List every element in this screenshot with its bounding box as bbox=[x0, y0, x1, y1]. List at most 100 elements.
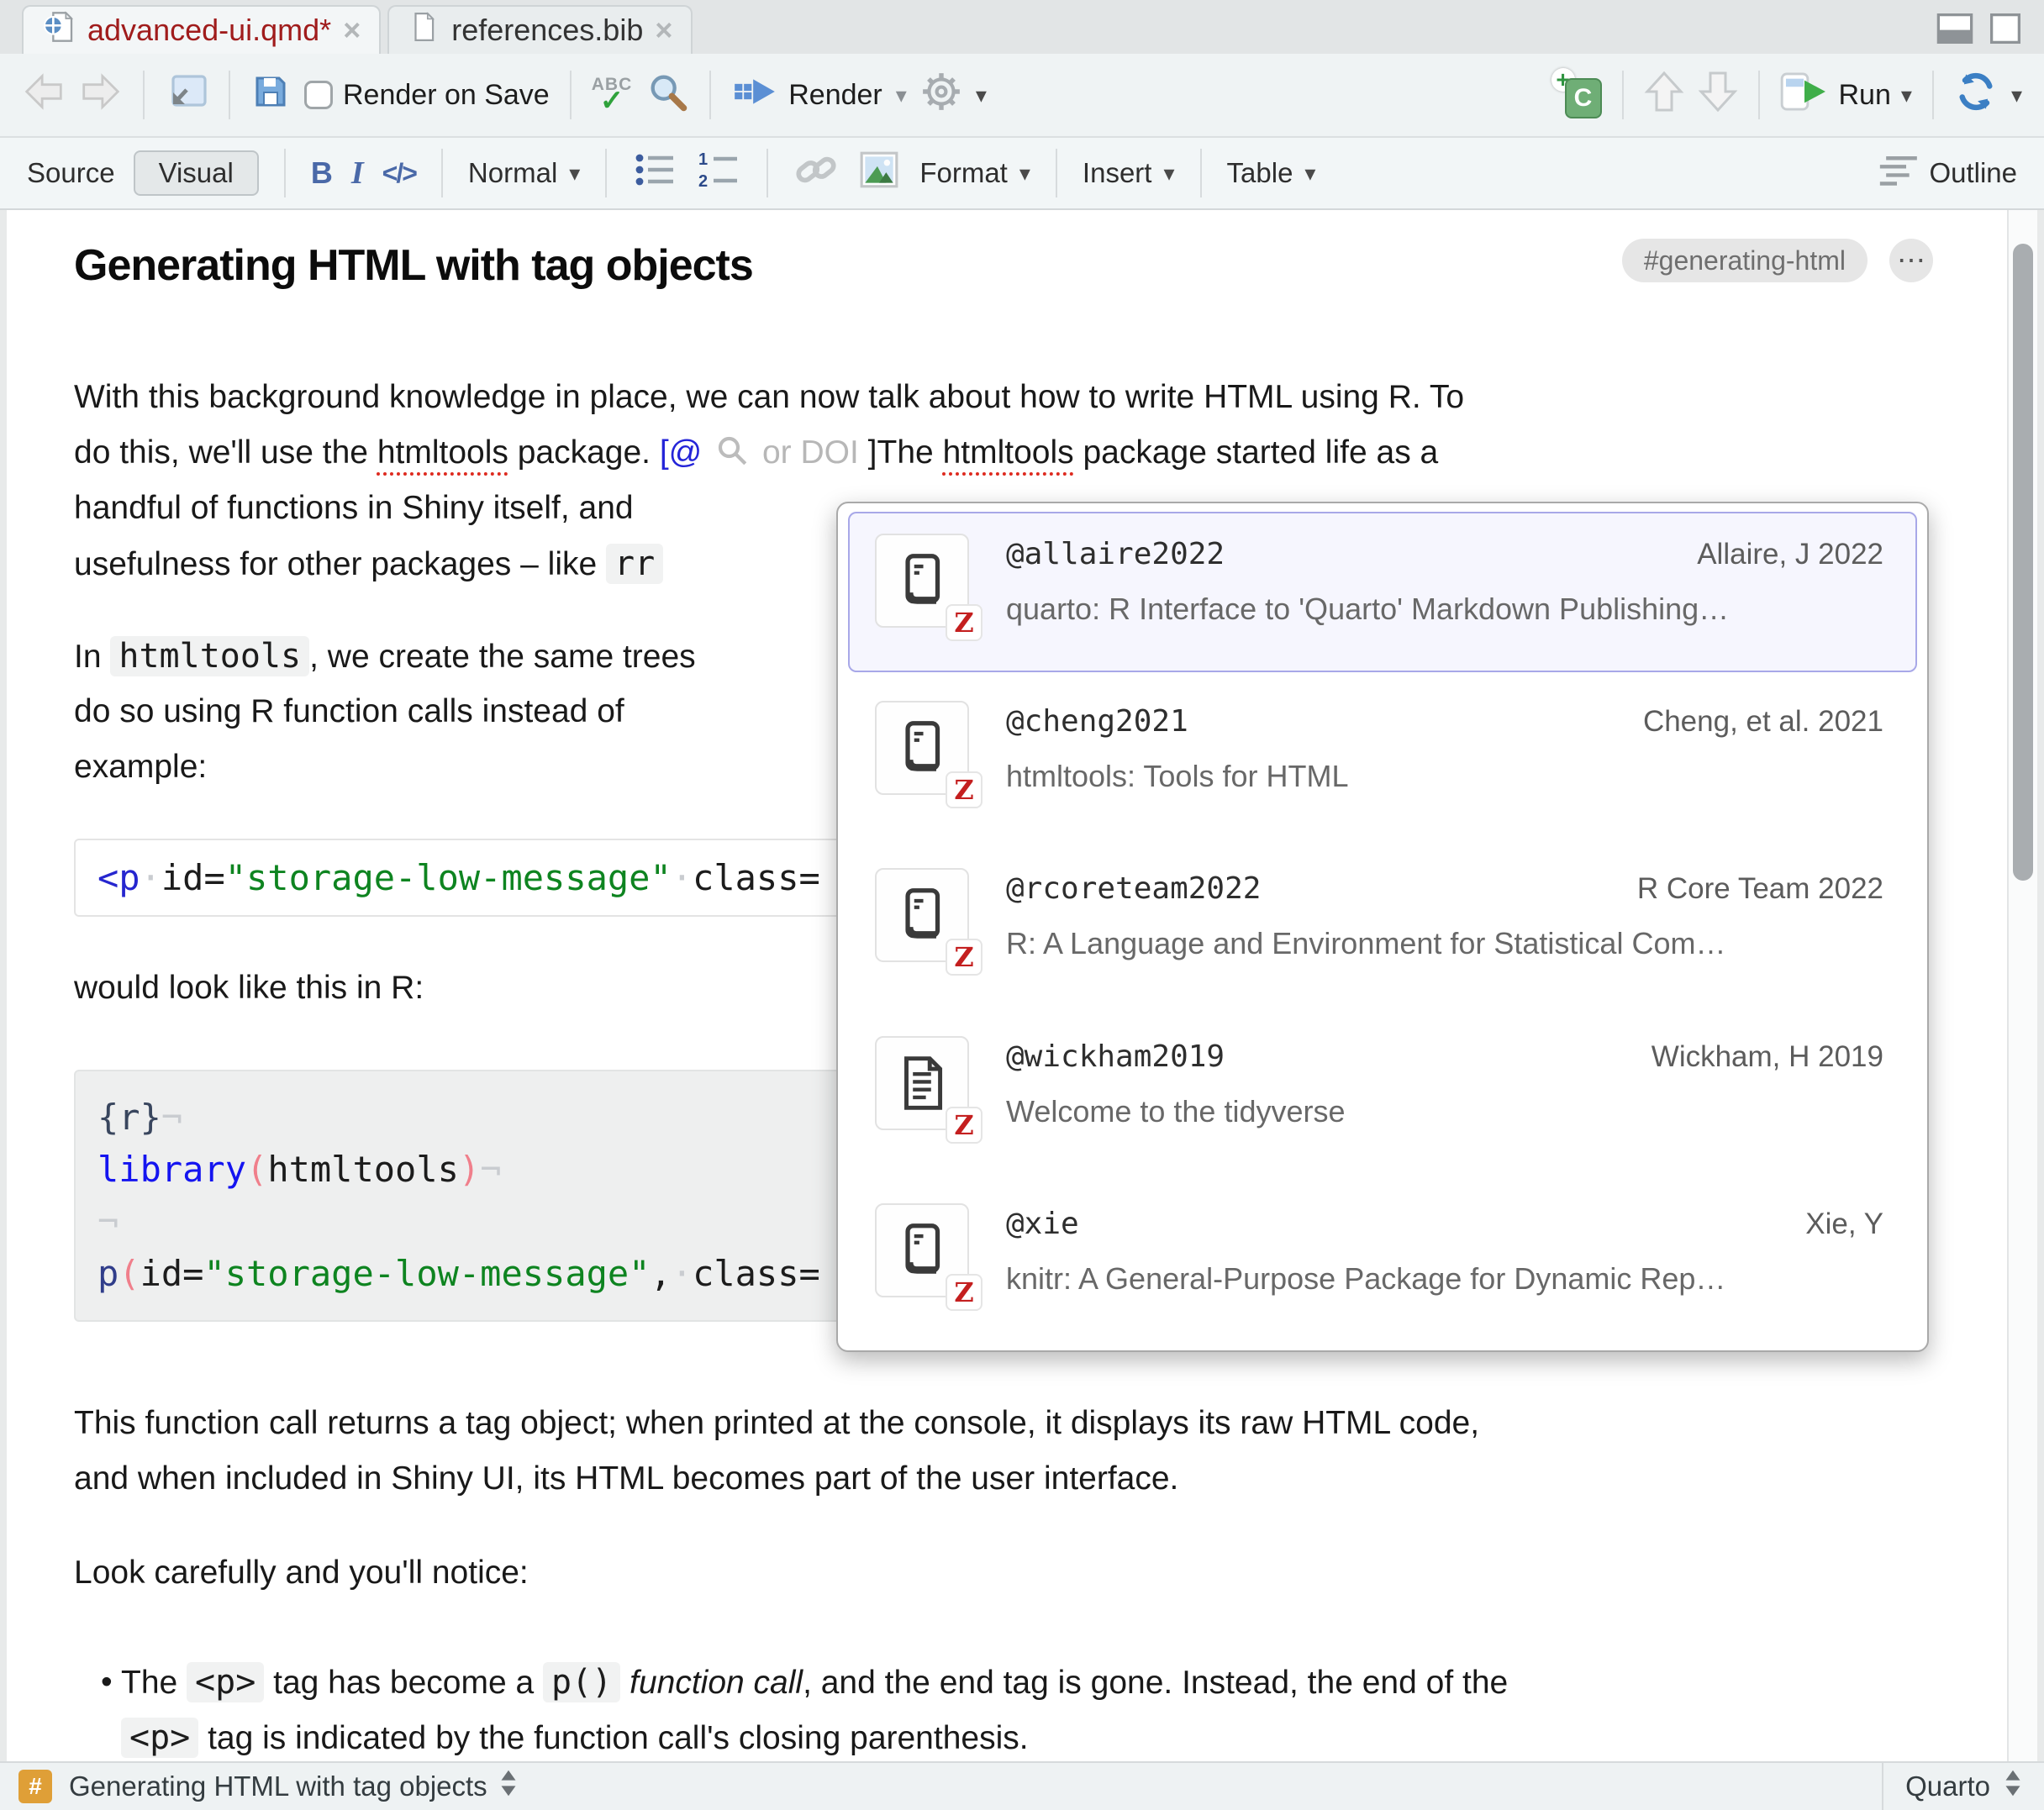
book-icon: Z bbox=[875, 868, 969, 962]
tab-filename: advanced-ui.qmd* bbox=[87, 13, 331, 48]
citation-search-icon bbox=[714, 430, 750, 486]
section-hash-icon: # bbox=[18, 1770, 52, 1803]
editor-canvas[interactable]: Generating HTML with tag objects #genera… bbox=[7, 210, 2037, 1761]
render-options-caret-icon[interactable]: ▾ bbox=[896, 82, 907, 108]
insert-chunk-icon[interactable]: + C bbox=[1555, 71, 1602, 118]
find-replace-icon[interactable] bbox=[645, 70, 689, 121]
misspelled-word: htmltools bbox=[943, 434, 1074, 471]
outline-toggle[interactable]: Outline bbox=[1877, 151, 2017, 195]
quarto-document-icon bbox=[42, 10, 76, 51]
citation-title: knitr: A General-Purpose Package for Dyn… bbox=[1006, 1261, 1883, 1297]
inline-code: htmltools bbox=[110, 636, 309, 676]
inline-code: p() bbox=[543, 1662, 620, 1702]
table-menu[interactable]: Table ▾ bbox=[1227, 157, 1316, 189]
settings-caret-icon[interactable]: ▾ bbox=[976, 82, 987, 108]
citation-placeholder: or DOI bbox=[762, 434, 859, 471]
heading-more-icon[interactable]: ⋯ bbox=[1889, 239, 1933, 282]
rstudio-source-pane: advanced-ui.qmd* × references.bib × bbox=[0, 0, 2044, 1810]
paragraph-5: Look carefully and you'll notice: bbox=[74, 1545, 2037, 1601]
insert-menu[interactable]: Insert ▾ bbox=[1083, 157, 1175, 189]
list-item: • The <p> tag has become a p() function … bbox=[74, 1655, 2037, 1761]
zotero-icon: Z bbox=[946, 1107, 982, 1144]
editor-tab-bar: advanced-ui.qmd* × references.bib × bbox=[0, 0, 2044, 54]
bullet-marker: • bbox=[74, 1655, 121, 1761]
citation-key: @cheng2021 bbox=[1006, 704, 1188, 739]
source-mode-button[interactable]: Source bbox=[27, 157, 115, 189]
style-caret-icon: ▾ bbox=[569, 160, 580, 187]
zotero-icon: Z bbox=[946, 1274, 982, 1311]
outline-icon bbox=[1877, 151, 1917, 195]
tab-references-bib[interactable]: references.bib × bbox=[387, 5, 693, 54]
citation-end-token: ] bbox=[868, 434, 877, 471]
format-menu[interactable]: Format ▾ bbox=[919, 157, 1030, 189]
run-icon bbox=[1780, 72, 1829, 118]
section-updown-icon[interactable] bbox=[499, 1769, 518, 1804]
mode-updown-icon bbox=[2004, 1769, 2022, 1804]
editor-status-bar: # Generating HTML with tag objects Quart… bbox=[0, 1761, 2044, 1810]
citation-autocomplete-popup: Z @allaire2022Allaire, J 2022 quarto: R … bbox=[836, 502, 1929, 1352]
citation-author: R Core Team 2022 bbox=[1637, 872, 1883, 906]
citation-author: Wickham, H 2019 bbox=[1652, 1040, 1883, 1074]
run-button[interactable]: Run ▾ bbox=[1780, 72, 1912, 118]
forward-icon[interactable] bbox=[79, 71, 123, 119]
citation-item-xie[interactable]: Z @xie Xie, Y knitr: A General-Purpose Pa… bbox=[848, 1181, 1917, 1342]
scrollbar-thumb[interactable] bbox=[2013, 244, 2033, 881]
inline-code: <p> bbox=[187, 1662, 264, 1702]
render-button[interactable]: Render bbox=[731, 73, 882, 118]
paragraph-4: This function call returns a tag object;… bbox=[74, 1396, 2037, 1507]
citation-item-cheng2021[interactable]: Z @cheng2021Cheng, et al. 2021 htmltools… bbox=[848, 679, 1917, 839]
document-mode-selector[interactable]: Quarto bbox=[1882, 1763, 2044, 1810]
insert-caret-icon: ▾ bbox=[1163, 160, 1174, 187]
citation-start-token: [@ bbox=[660, 434, 702, 471]
citation-item-rcoreteam2022[interactable]: Z @rcoreteam2022R Core Team 2022 R: A La… bbox=[848, 846, 1917, 1007]
visual-mode-button[interactable]: Visual bbox=[134, 150, 259, 196]
vertical-scrollbar[interactable] bbox=[2007, 210, 2037, 1761]
close-icon[interactable]: × bbox=[343, 13, 361, 48]
maximize-pane-icon[interactable] bbox=[1989, 13, 2022, 48]
citation-title: Welcome to the tidyverse bbox=[1006, 1094, 1883, 1129]
book-icon: Z bbox=[875, 1203, 969, 1297]
text-document-icon bbox=[408, 11, 440, 50]
citation-item-allaire2022[interactable]: Z @allaire2022Allaire, J 2022 quarto: R … bbox=[848, 512, 1917, 672]
go-to-previous-chunk-icon[interactable] bbox=[1644, 70, 1684, 121]
tab-advanced-ui-qmd[interactable]: advanced-ui.qmd* × bbox=[22, 5, 381, 54]
render-on-save-toggle[interactable]: Render on Save bbox=[304, 79, 550, 112]
visual-editor-toolbar: Source Visual B I </> Normal ▾ 12 Format… bbox=[0, 138, 2044, 210]
open-in-new-window-icon[interactable] bbox=[165, 71, 208, 119]
svg-text:1: 1 bbox=[698, 150, 708, 169]
render-label: Render bbox=[788, 79, 882, 112]
code-button[interactable]: </> bbox=[382, 158, 416, 189]
spellcheck-icon[interactable]: ABC ✓ bbox=[592, 76, 633, 115]
back-icon[interactable] bbox=[22, 71, 66, 119]
book-icon: Z bbox=[875, 701, 969, 795]
zotero-icon: Z bbox=[946, 939, 982, 976]
render-on-save-checkbox[interactable] bbox=[304, 81, 333, 109]
citation-key: @wickham2019 bbox=[1006, 1039, 1225, 1074]
inline-code: <p> bbox=[121, 1718, 198, 1758]
misspelled-word: htmltools bbox=[377, 434, 508, 471]
link-icon[interactable] bbox=[793, 148, 839, 198]
citation-key: @xie bbox=[1006, 1207, 1079, 1241]
refresh-caret-icon[interactable]: ▾ bbox=[2011, 82, 2022, 108]
citation-title: R: A Language and Environment for Statis… bbox=[1006, 926, 1883, 961]
svg-text:2: 2 bbox=[698, 172, 708, 190]
minimize-pane-icon[interactable] bbox=[1936, 13, 1973, 48]
numbered-list-icon[interactable]: 12 bbox=[696, 150, 741, 197]
bulleted-list-icon[interactable] bbox=[632, 150, 677, 197]
bold-button[interactable]: B bbox=[311, 155, 333, 191]
citation-item-wickham2019[interactable]: Z @wickham2019 Wickham, H 2019 Welcome to… bbox=[848, 1014, 1917, 1175]
source-refresh-icon[interactable] bbox=[1954, 70, 1998, 121]
save-icon[interactable] bbox=[250, 71, 291, 119]
format-caret-icon: ▾ bbox=[1019, 160, 1030, 187]
paragraph-style-dropdown[interactable]: Normal ▾ bbox=[468, 157, 580, 189]
citation-key: @allaire2022 bbox=[1006, 537, 1225, 571]
italic-button[interactable]: I bbox=[351, 155, 364, 192]
citation-author: Xie, Y bbox=[1805, 1208, 1883, 1241]
settings-gear-icon[interactable] bbox=[920, 71, 962, 120]
image-icon[interactable] bbox=[857, 149, 901, 197]
citation-author: Allaire, J 2022 bbox=[1697, 538, 1883, 571]
citation-author: Cheng, et al. 2021 bbox=[1643, 705, 1883, 739]
go-to-next-chunk-icon[interactable] bbox=[1698, 70, 1738, 121]
close-icon[interactable]: × bbox=[655, 13, 672, 48]
section-navigator[interactable]: Generating HTML with tag objects bbox=[69, 1771, 487, 1802]
